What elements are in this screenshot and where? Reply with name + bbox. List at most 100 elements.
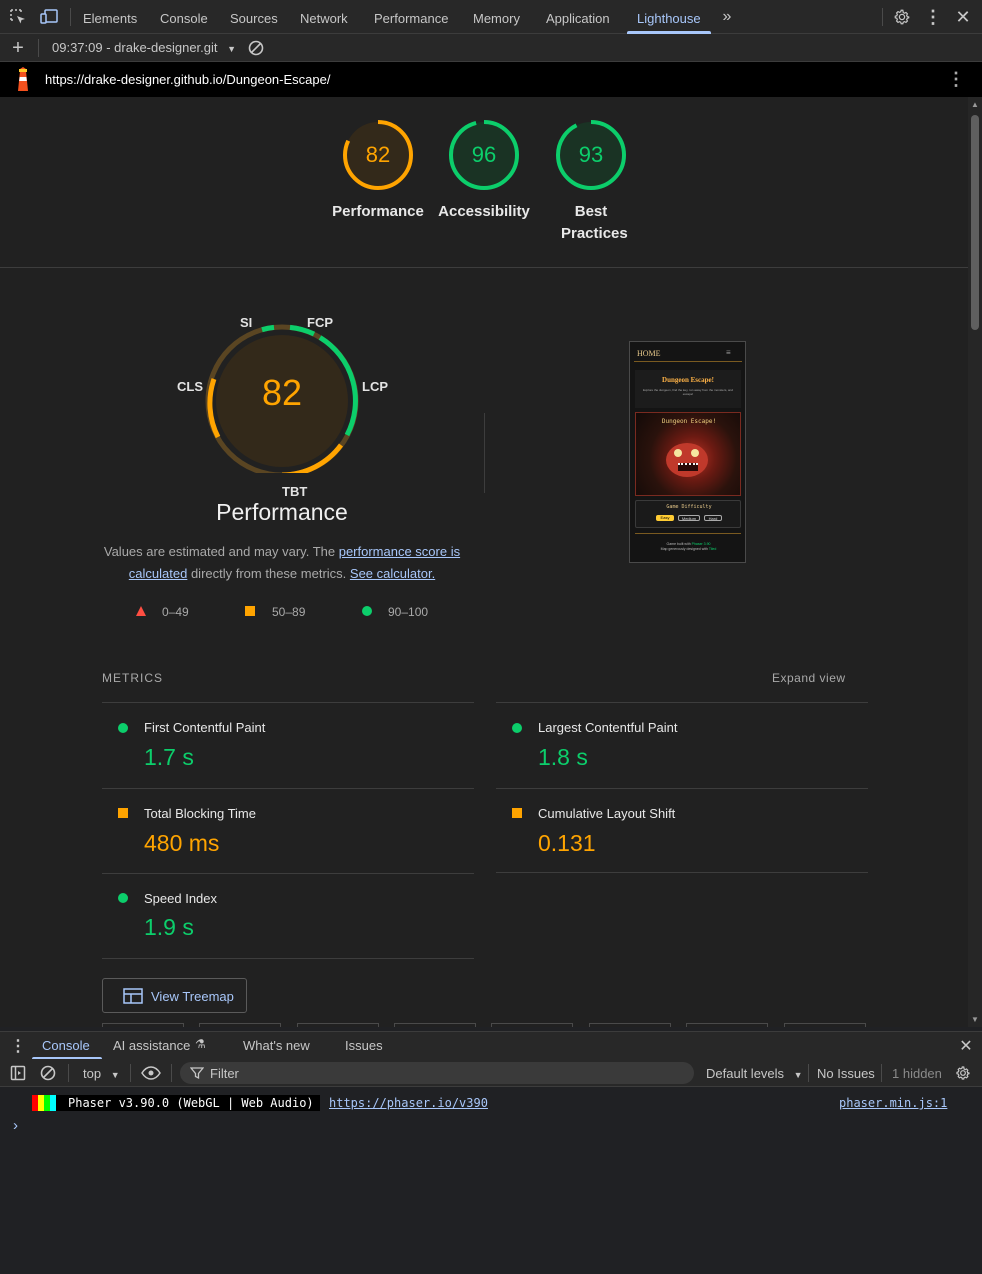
report-scrollbar[interactable]: ▲ ▼ [968, 97, 982, 1027]
preview-footer-link: Tiled [708, 547, 717, 551]
chevron-down-icon: ▼ [227, 44, 237, 54]
inspect-element-icon[interactable] [8, 7, 28, 27]
metric-name: Total Blocking Time [144, 806, 256, 821]
device-toolbar-icon[interactable] [38, 7, 60, 27]
tab-sources[interactable]: Sources [230, 0, 278, 34]
close-icon[interactable]: ✕ [956, 1036, 976, 1056]
gear-icon[interactable] [892, 7, 912, 27]
preview-footer-link: Phaser 3.90 [691, 542, 711, 546]
report-selector[interactable]: 09:37:09 - drake-designer.git ▼ [52, 40, 236, 55]
summary-gauge-best-practices[interactable]: 93 Best Practices [541, 117, 641, 247]
metric-largest-contentful-paint[interactable]: Largest Contentful Paint 1.8 s [496, 703, 868, 788]
divider [0, 267, 968, 268]
summary-gauge-accessibility[interactable]: 96 Accessibility [434, 117, 534, 227]
tab-application[interactable]: Application [546, 0, 610, 34]
divider [171, 1064, 172, 1082]
divider [882, 8, 883, 26]
preview-header: Dungeon Escape! Explore the dungeon, fin… [635, 370, 741, 408]
preview-difficulty-easy: Easy [656, 515, 674, 521]
divider [38, 39, 39, 57]
preview-difficulty-title: Game Difficulty [666, 504, 712, 510]
metric-value: 480 ms [144, 830, 220, 856]
report-selector-label: 09:37:09 - drake-designer.git [52, 40, 218, 55]
divider [68, 1064, 69, 1082]
log-levels-label: Default levels [706, 1066, 785, 1081]
drawer-tab-whats-new[interactable]: What's new [243, 1032, 310, 1060]
circle-icon [118, 723, 128, 733]
see-calculator-link[interactable]: See calculator. [350, 566, 435, 581]
tab-console[interactable]: Console [160, 0, 208, 34]
clear-icon[interactable] [246, 38, 266, 58]
divider [484, 413, 485, 493]
hamburger-icon: ≡ [726, 348, 731, 357]
scroll-down-icon[interactable]: ▼ [971, 1015, 979, 1024]
drawer-tab-bar: ⋮ Console AI assistance ⚗ What's new Iss… [0, 1031, 982, 1060]
square-icon [245, 606, 255, 616]
tab-elements[interactable]: Elements [83, 0, 137, 34]
issues-count[interactable]: No Issues [817, 1066, 875, 1081]
clear-console-icon[interactable] [39, 1064, 57, 1082]
scroll-up-icon[interactable]: ▲ [971, 100, 979, 109]
chevron-down-icon: ▼ [110, 1070, 120, 1080]
flask-icon: ⚗ [195, 1037, 206, 1051]
metric-cumulative-layout-shift[interactable]: Cumulative Layout Shift 0.131 [496, 789, 868, 874]
triangle-icon [135, 605, 147, 620]
metric-value: 1.9 s [144, 914, 194, 940]
console-prompt[interactable]: › [13, 1117, 18, 1134]
square-icon [512, 808, 522, 818]
gauge-score: 82 [365, 142, 391, 167]
metric-total-blocking-time[interactable]: Total Blocking Time 480 ms [102, 789, 474, 874]
tab-lighthouse[interactable]: Lighthouse [627, 0, 711, 34]
summary-gauge-performance[interactable]: 82 Performance [328, 117, 428, 227]
scrollbar-thumb[interactable] [971, 115, 979, 330]
final-screenshot[interactable]: HOME ≡ Dungeon Escape! Explore the dunge… [629, 341, 746, 563]
eye-icon[interactable] [140, 1064, 162, 1082]
performance-title: Performance [216, 499, 348, 525]
filter-icon [189, 1066, 205, 1083]
metric-speed-index[interactable]: Speed Index 1.9 s [102, 874, 474, 958]
devtools-tab-bar: Elements Console Sources Network Perform… [0, 0, 982, 34]
filmstrip-frame [784, 1023, 866, 1027]
plus-icon[interactable]: + [8, 37, 28, 59]
gauge-label: Accessibility [438, 203, 530, 220]
more-vertical-icon[interactable]: ⋮ [923, 7, 943, 27]
expand-view-toggle[interactable]: Expand view [772, 671, 846, 685]
gauge-metric-tbt: TBT [282, 484, 308, 499]
circle-icon [512, 723, 522, 733]
filmstrip-frame [199, 1023, 281, 1027]
preview-difficulty-hard: Hard [704, 515, 722, 521]
more-vertical-icon[interactable]: ⋮ [946, 69, 966, 89]
sidebar-toggle-icon[interactable] [9, 1064, 27, 1082]
lighthouse-toolbar: + 09:37:09 - drake-designer.git ▼ [0, 34, 982, 62]
lighthouse-report: 82 Performance 96 Accessibility 93 Best … [0, 97, 968, 1027]
preview-difficulty: Game Difficulty Easy Medium Hard [635, 500, 741, 528]
drawer-tab-ai-assistance[interactable]: AI assistance [113, 1032, 190, 1060]
drawer-tab-issues[interactable]: Issues [345, 1032, 383, 1060]
gauge-metric-lcp: LCP [362, 379, 388, 394]
more-vertical-icon[interactable]: ⋮ [8, 1036, 28, 1056]
tab-network[interactable]: Network [300, 0, 348, 34]
tab-memory[interactable]: Memory [473, 0, 520, 34]
console-source-link[interactable]: phaser.min.js:1 [839, 1096, 947, 1110]
chevron-double-right-icon[interactable]: » [718, 7, 736, 27]
drawer-tab-console[interactable]: Console [42, 1032, 90, 1060]
tab-performance[interactable]: Performance [374, 0, 448, 34]
metric-name: First Contentful Paint [144, 720, 266, 735]
metric-first-contentful-paint[interactable]: First Contentful Paint 1.7 s [102, 703, 474, 788]
filmstrip-frame [686, 1023, 768, 1027]
filter-input[interactable]: Filter [180, 1062, 694, 1084]
log-levels-dropdown[interactable]: Default levels ▼ [706, 1066, 803, 1081]
view-treemap-button[interactable]: View Treemap [102, 978, 247, 1013]
preview-monster-eye [691, 449, 699, 457]
close-icon[interactable]: ✕ [953, 7, 973, 27]
gauge-score: 96 [471, 142, 497, 167]
metric-name: Cumulative Layout Shift [538, 806, 676, 821]
gauge-metric-fcp: FCP [307, 315, 333, 330]
preview-footer-text: Game built with [666, 542, 692, 546]
console-message-link[interactable]: https://phaser.io/v390 [329, 1096, 488, 1110]
context-selector[interactable]: top ▼ [83, 1066, 120, 1081]
report-url[interactable]: https://drake-designer.github.io/Dungeon… [45, 72, 330, 87]
preview-banner: Dungeon Escape! [661, 418, 717, 425]
gear-icon[interactable] [954, 1064, 972, 1082]
performance-gauge-score: 82 [261, 372, 303, 413]
